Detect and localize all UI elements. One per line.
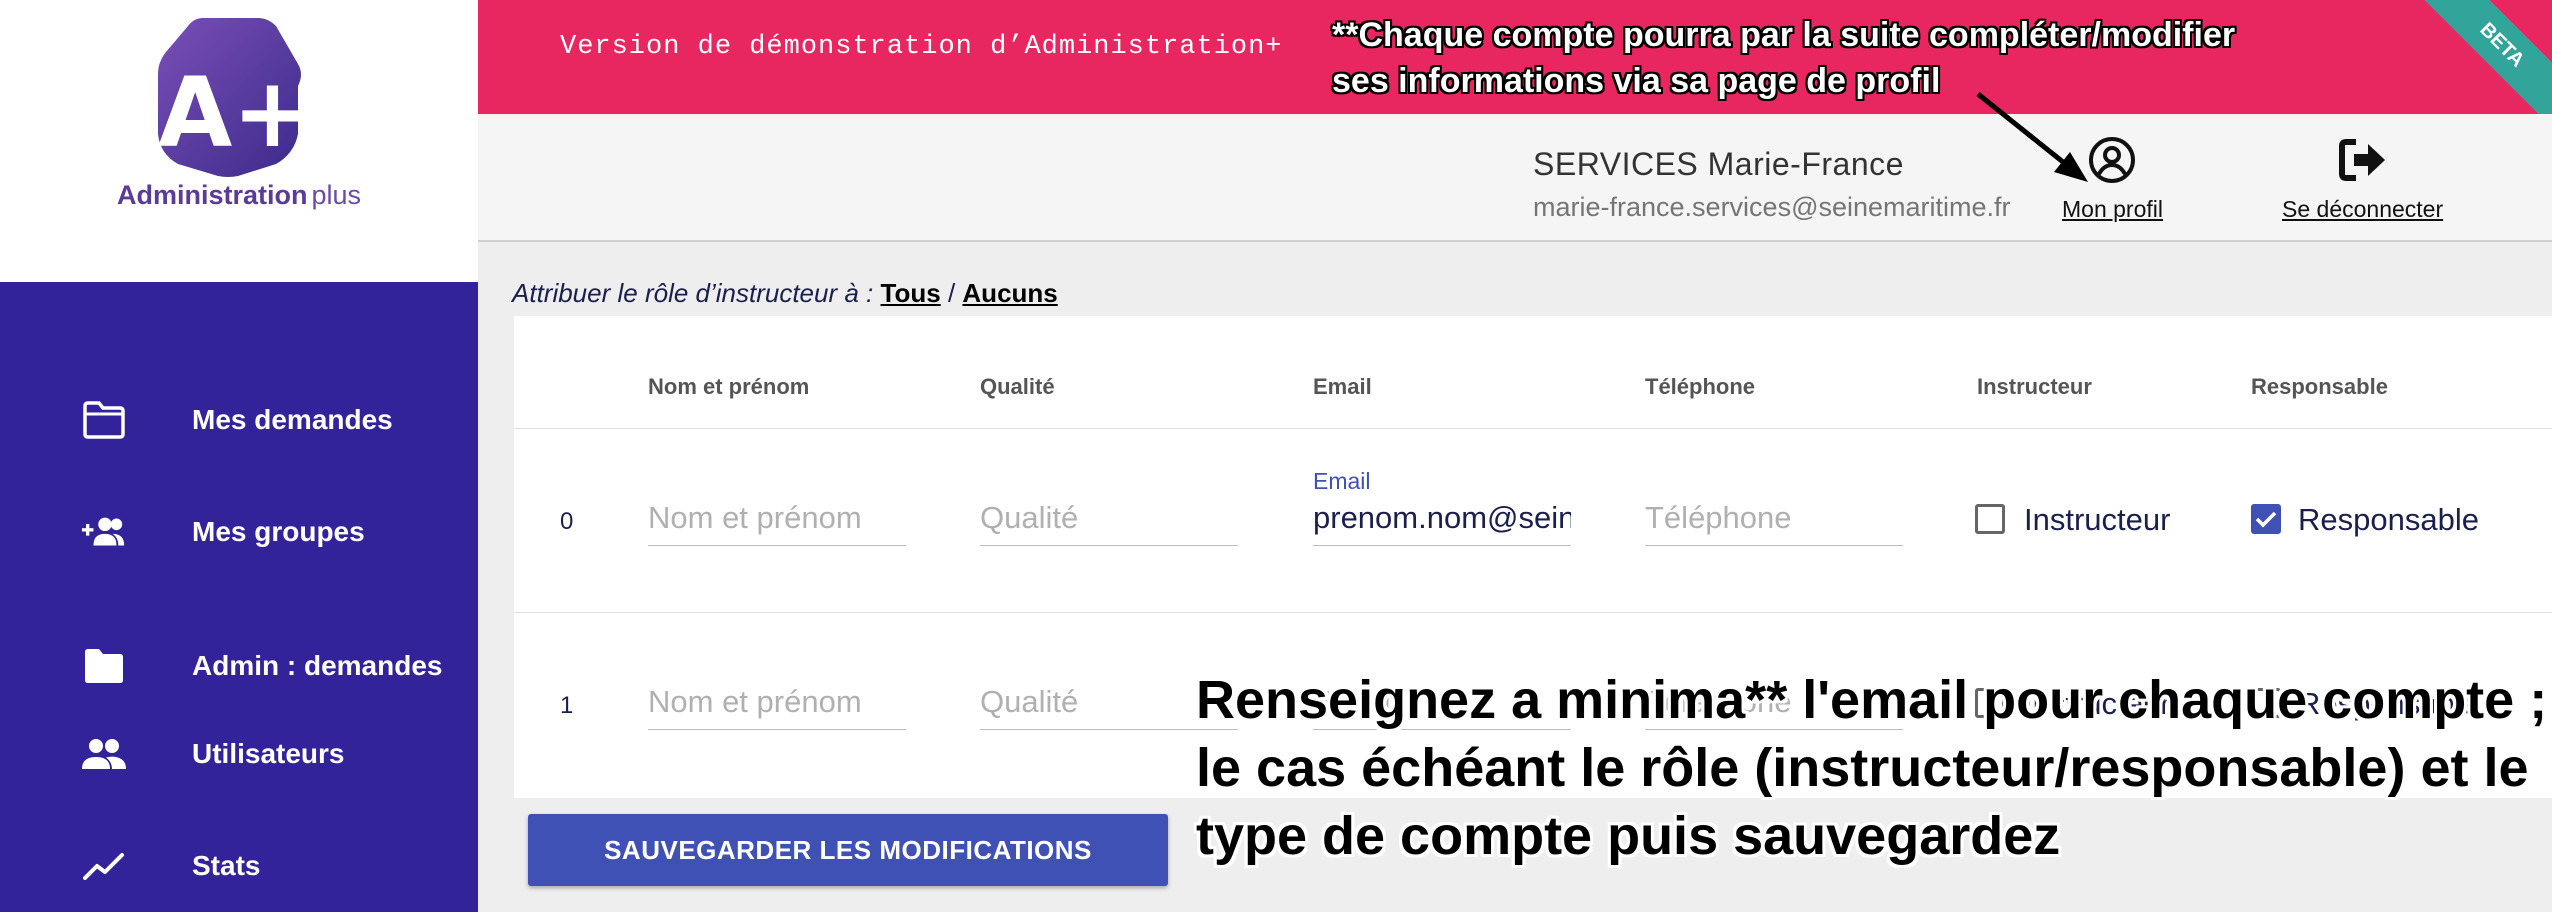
- row-divider: [514, 612, 2552, 613]
- sidebar: Mes demandes Mes groupes Admin : demande…: [0, 282, 478, 912]
- column-header-email: Email: [1313, 374, 1372, 399]
- administration-plus-logo: A+: [158, 18, 308, 177]
- row-index: 0: [560, 508, 574, 535]
- folder-filled-icon: [80, 642, 128, 690]
- user-name: SERVICES Marie-France: [1533, 146, 1904, 182]
- assign-role-line: Attribuer le rôle d’instructeur à : Tous…: [512, 278, 1058, 309]
- row-index: 1: [560, 692, 574, 719]
- email-field-label: Email: [1313, 468, 1371, 494]
- annotation-line: **Chaque compte pourra par la suite comp…: [1332, 16, 2236, 54]
- assign-separator: /: [947, 278, 956, 308]
- instructeur-checkbox-label: Instructeur: [2024, 502, 2171, 537]
- name-field[interactable]: Nom et prénom: [648, 682, 906, 730]
- assign-role-prefix: Attribuer le rôle d’instructeur à :: [512, 278, 874, 308]
- column-header-responsable: Responsable: [2251, 374, 2388, 399]
- demo-banner-text: Version de démonstration d’Administratio…: [560, 32, 1283, 62]
- annotation-line: Renseignez a minima** l'email pour chaqu…: [1196, 670, 2548, 730]
- assign-none-link[interactable]: Aucuns: [962, 278, 1057, 308]
- folder-outline-icon: [80, 396, 128, 444]
- logout-link-label: Se déconnecter: [2282, 196, 2444, 222]
- column-header-phone: Téléphone: [1645, 374, 1756, 399]
- check-icon: [2255, 511, 2277, 528]
- user-email: marie-france.services@seinemaritime.fr: [1533, 192, 2011, 222]
- sidebar-item-label: Utilisateurs: [192, 738, 345, 769]
- beta-ribbon: BETA: [2400, 0, 2552, 114]
- sidebar-item-label: Stats: [192, 850, 261, 881]
- assign-all-link[interactable]: Tous: [881, 278, 941, 308]
- phone-field[interactable]: Téléphone: [1645, 498, 1903, 546]
- brand-name-suffix: plus: [311, 180, 362, 210]
- annotation-line: le cas échéant le rôle (instructeur/resp…: [1196, 738, 2529, 798]
- row-divider: [514, 428, 2552, 429]
- name-field[interactable]: Nom et prénom: [648, 498, 906, 546]
- group-add-icon: [80, 508, 128, 556]
- quality-field[interactable]: Qualité: [980, 498, 1238, 546]
- logo-area: A+ Administration plus: [0, 0, 478, 282]
- annotation-instructions: Renseignez a minima** l'email pour chaqu…: [1196, 666, 2547, 870]
- annotation-arrow: [1976, 92, 2088, 182]
- responsable-checkbox-label: Responsable: [2298, 502, 2479, 537]
- user-header: SERVICES Marie-France marie-france.servi…: [478, 114, 2552, 242]
- profile-link-label: Mon profil: [2062, 196, 2163, 222]
- sign-out-icon: [2337, 134, 2389, 186]
- responsable-checkbox[interactable]: [2251, 504, 2281, 534]
- sidebar-item-mes-demandes[interactable]: Mes demandes: [0, 370, 478, 470]
- annotation-line: type de compte puis sauvegardez: [1196, 806, 2061, 866]
- column-header-quality: Qualité: [980, 374, 1055, 399]
- sidebar-item-label: Mes groupes: [192, 516, 365, 547]
- email-field[interactable]: prenom.nom@seinemaritime.fr: [1313, 498, 1571, 546]
- sidebar-item-label: Mes demandes: [192, 404, 393, 435]
- sidebar-item-mes-groupes[interactable]: Mes groupes: [0, 482, 478, 582]
- instructeur-checkbox[interactable]: [1975, 504, 2005, 534]
- sidebar-item-utilisateurs[interactable]: Utilisateurs: [0, 704, 478, 804]
- sidebar-item-label: Admin : demandes: [192, 650, 443, 681]
- brand-name-main: Administration: [116, 180, 308, 210]
- brand-name: Administration plus: [0, 180, 478, 211]
- save-changes-button[interactable]: SAUVEGARDER LES MODIFICATIONS: [528, 814, 1168, 886]
- people-icon: [80, 730, 128, 778]
- trending-up-icon: [80, 842, 128, 890]
- column-header-name: Nom et prénom: [648, 374, 810, 399]
- column-header-instructeur: Instructeur: [1977, 374, 2092, 399]
- sidebar-item-stats[interactable]: Stats: [0, 816, 478, 912]
- svg-text:A+: A+: [158, 57, 308, 169]
- logout-link[interactable]: Se déconnecter: [2282, 134, 2443, 223]
